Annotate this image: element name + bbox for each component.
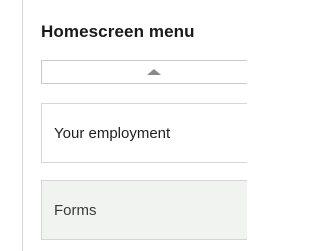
menu-title: Homescreen menu	[41, 22, 195, 41]
triangle-up-icon	[147, 69, 161, 75]
menu-item-label: Forms	[54, 202, 97, 219]
scroll-up-button[interactable]	[41, 60, 247, 84]
homescreen-menu-panel: Homescreen menu Your employment Forms	[22, 0, 247, 251]
menu-item-your-employment[interactable]: Your employment	[41, 103, 247, 163]
menu-item-label: Your employment	[54, 125, 171, 142]
menu-item-forms[interactable]: Forms	[41, 180, 247, 240]
